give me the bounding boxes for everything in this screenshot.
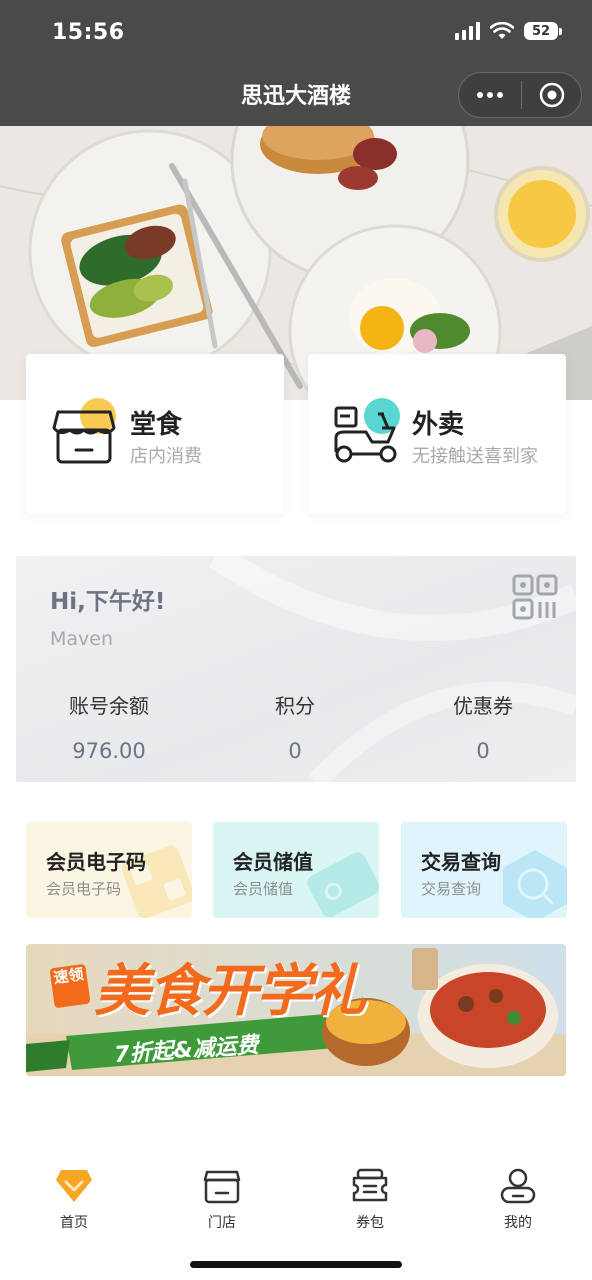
tab-coupons-label: 券包 xyxy=(356,1215,384,1231)
tab-home[interactable]: 首页 xyxy=(0,1168,148,1232)
tab-stores-label: 门店 xyxy=(208,1215,236,1231)
dine-in-card[interactable]: 堂食 店内消费 xyxy=(26,354,284,514)
user-icon xyxy=(500,1168,536,1204)
coupons-stat[interactable]: 优惠券 0 xyxy=(390,690,576,763)
transaction-query-title: 交易查询 xyxy=(421,850,501,874)
coupons-value: 0 xyxy=(476,739,490,763)
points-stat[interactable]: 积分 0 xyxy=(202,690,388,763)
points-label: 积分 xyxy=(275,694,315,718)
delivery-card[interactable]: 外卖 无接触送喜到家 xyxy=(308,354,566,514)
promo-headline: 美食开学礼 xyxy=(94,959,366,1024)
qr-code-icon[interactable] xyxy=(512,574,558,620)
delivery-subtitle: 无接触送喜到家 xyxy=(412,446,538,467)
balance-value: 976.00 xyxy=(72,739,146,763)
greeting-text: Hi,下午好! xyxy=(50,589,166,615)
coupon-tab-icon xyxy=(352,1168,388,1202)
tab-stores[interactable]: 门店 xyxy=(148,1168,296,1232)
top-up-subtitle: 会员储值 xyxy=(233,880,294,898)
delivery-title: 外卖 xyxy=(412,410,465,440)
coupons-label: 优惠券 xyxy=(453,694,513,718)
tab-profile[interactable]: 我的 xyxy=(444,1168,592,1232)
top-up-title: 会员储值 xyxy=(233,850,313,874)
member-code-title: 会员电子码 xyxy=(46,850,146,874)
battery-level: 52 xyxy=(531,23,551,39)
more-button[interactable] xyxy=(459,92,521,98)
top-up-tile[interactable]: 会员储值 会员储值 xyxy=(213,822,379,918)
mini-program-capsule xyxy=(458,72,582,118)
tab-coupons[interactable]: 券包 xyxy=(296,1168,444,1232)
member-code-tile[interactable]: 会员电子码 会员电子码 xyxy=(26,822,192,918)
status-icons: 52 xyxy=(455,22,562,40)
signal-icon xyxy=(455,22,480,40)
balance-label: 账号余额 xyxy=(69,694,149,718)
member-panel: Hi,下午好! Maven 账号余额 976.00 积分 0 优惠券 0 xyxy=(16,556,576,782)
username: Maven xyxy=(50,628,114,650)
dine-in-title: 堂食 xyxy=(130,410,183,440)
transaction-query-subtitle: 交易查询 xyxy=(421,880,482,898)
close-target-icon xyxy=(539,82,564,108)
member-code-subtitle: 会员电子码 xyxy=(46,880,122,898)
scooter-icon xyxy=(334,398,400,463)
transaction-query-tile[interactable]: 交易查询 交易查询 xyxy=(401,822,567,918)
search-tile-icon xyxy=(503,850,567,918)
promo-tag: 速领 xyxy=(49,963,91,1009)
home-indicator xyxy=(190,1261,402,1268)
store-icon xyxy=(52,398,116,464)
battery-icon: 52 xyxy=(524,22,558,40)
points-value: 0 xyxy=(288,739,302,763)
store-tab-icon xyxy=(203,1170,241,1204)
wifi-icon xyxy=(490,22,514,39)
balance-stat[interactable]: 账号余额 976.00 xyxy=(16,690,202,763)
tab-profile-label: 我的 xyxy=(504,1215,532,1231)
close-button[interactable] xyxy=(522,82,581,108)
promo-banner[interactable]: 速领 美食开学礼 7折起&减运费 xyxy=(26,944,566,1076)
status-time: 15:56 xyxy=(52,20,125,45)
home-diamond-icon xyxy=(56,1170,92,1202)
tab-home-label: 首页 xyxy=(60,1215,88,1231)
dine-in-subtitle: 店内消费 xyxy=(130,446,202,467)
